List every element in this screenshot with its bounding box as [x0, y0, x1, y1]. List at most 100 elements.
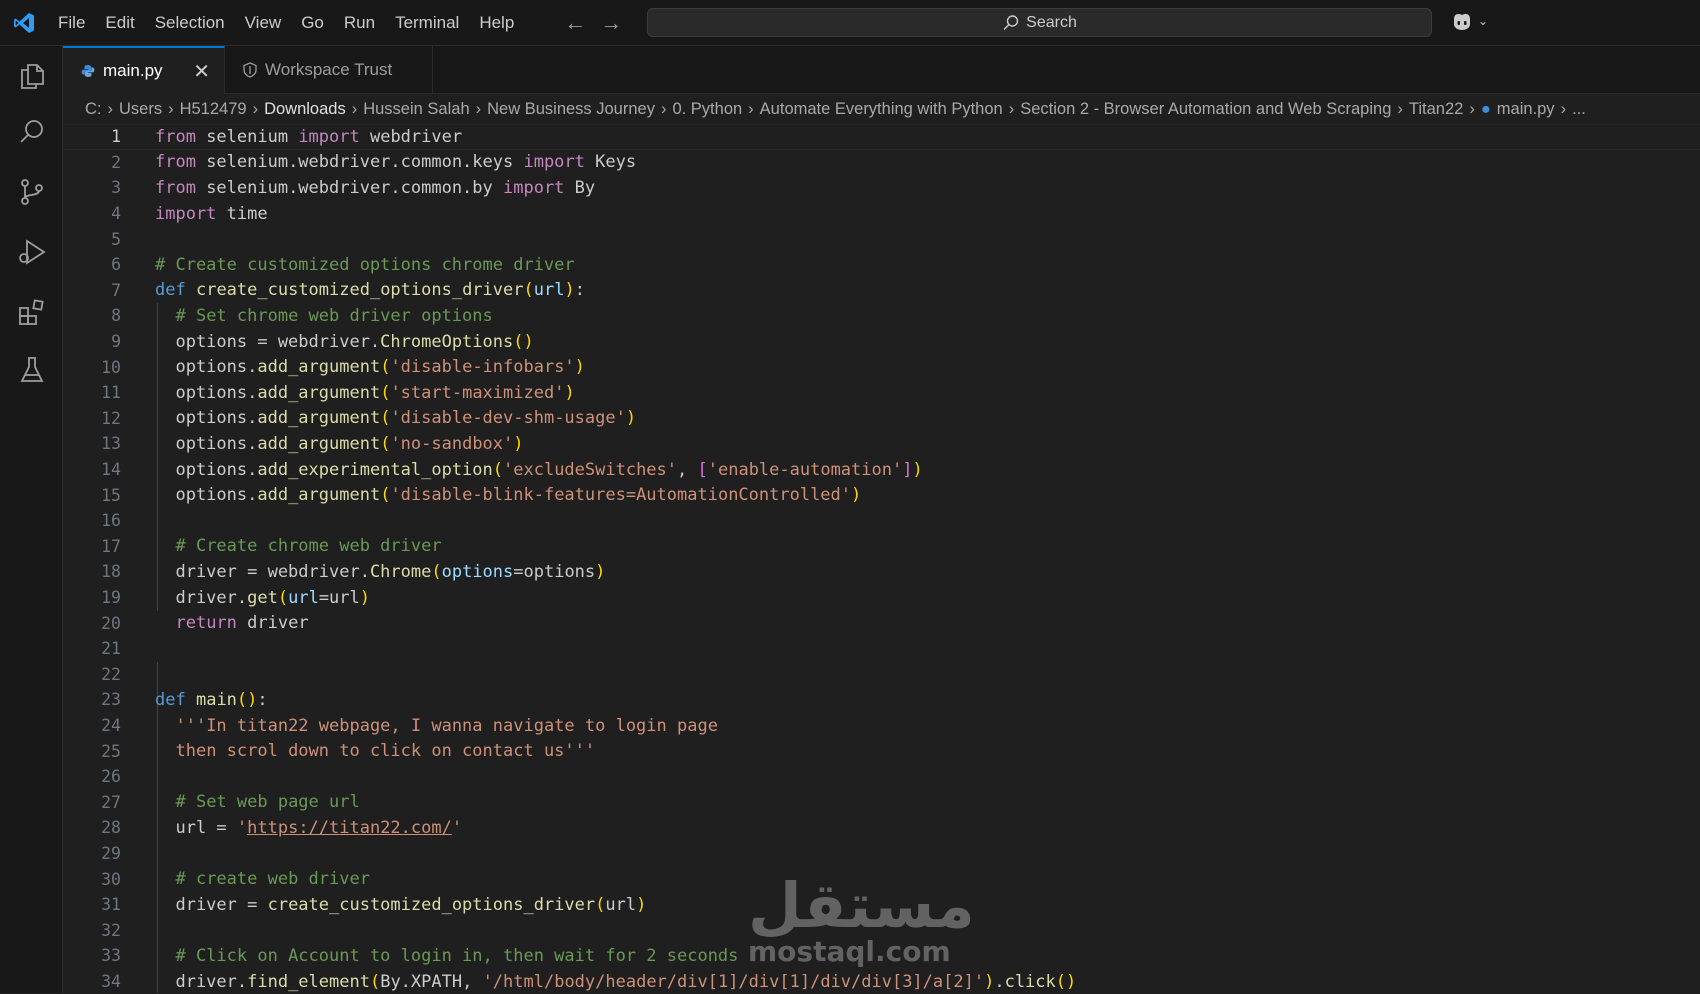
code-text: # Create chrome web driver — [175, 536, 442, 557]
search-label: Search — [1026, 13, 1077, 31]
code-line: 19 driver.get(url=url) — [63, 585, 1700, 611]
line-number: 7 — [111, 280, 121, 300]
line-number: 25 — [101, 741, 121, 761]
code-text: driver = webdriver.Chrome(options=option… — [155, 561, 606, 582]
testing-icon[interactable] — [16, 354, 48, 386]
forward-arrow-icon[interactable]: → — [600, 10, 622, 36]
line-number: 30 — [101, 869, 121, 889]
line-number: 23 — [101, 690, 121, 710]
shield-icon — [243, 62, 257, 78]
breadcrumb-item[interactable]: Titan22 — [1409, 100, 1463, 119]
code-line: 15 options.add_argument('disable-blink-f… — [63, 482, 1700, 508]
line-number: 19 — [101, 588, 121, 608]
code-text: driver.get(url=url) — [155, 587, 371, 608]
chevron-right-icon: › — [475, 99, 482, 118]
title-bar: File Edit Selection View Go Run Terminal… — [0, 0, 1700, 46]
command-center-search[interactable]: Search — [647, 8, 1432, 37]
menu-terminal[interactable]: Terminal — [385, 0, 469, 46]
breadcrumb-item[interactable]: C: — [85, 100, 102, 119]
line-number: 29 — [101, 844, 121, 864]
breadcrumb-item[interactable]: Section 2 - Browser Automation and Web S… — [1020, 100, 1391, 119]
back-arrow-icon[interactable]: ← — [564, 10, 586, 36]
code-line: 10 options.add_argument('disable-infobar… — [63, 354, 1700, 380]
code-text: def create_customized_options_driver(url… — [155, 280, 585, 301]
breadcrumb-item[interactable]: Automate Everything with Python — [760, 100, 1003, 119]
source-control-icon[interactable] — [16, 176, 48, 208]
code-text: from selenium.webdriver.common.by import… — [155, 177, 596, 198]
breadcrumb: C: › Users › H512479 › Downloads › Hussein S… — [63, 94, 1700, 124]
breadcrumb-item[interactable]: H512479 — [180, 100, 247, 119]
breadcrumb-item[interactable]: Hussein Salah — [363, 100, 469, 119]
code-line: 12 options.add_argument('disable-dev-shm… — [63, 406, 1700, 432]
files-icon[interactable] — [16, 60, 48, 92]
code-line: 18 driver = webdriver.Chrome(options=opt… — [63, 559, 1700, 585]
tab-main-py[interactable]: main.py ✕ — [63, 46, 225, 94]
breadcrumb-item[interactable]: New Business Journey — [487, 100, 655, 119]
line-number: 24 — [101, 716, 121, 736]
code-text: return driver — [175, 613, 309, 634]
line-number: 32 — [101, 920, 121, 940]
breadcrumb-item[interactable]: main.py — [1497, 100, 1555, 119]
breadcrumb-item[interactable]: ... — [1572, 100, 1586, 119]
menu-view[interactable]: View — [235, 0, 292, 46]
code-line: 16 — [63, 508, 1700, 534]
code-line: 7 def create_customized_options_driver(ur… — [63, 278, 1700, 304]
breadcrumb-item[interactable]: 0. Python — [672, 100, 742, 119]
menu-file[interactable]: File — [48, 0, 95, 46]
chevron-down-icon: ⌄ — [1478, 14, 1489, 28]
breadcrumb-item[interactable]: Users — [119, 100, 162, 119]
copilot-menu[interactable]: ⌄ — [1450, 10, 1488, 32]
line-number: 26 — [101, 767, 121, 787]
code-line: 26 — [63, 764, 1700, 790]
code-line: 4 import time — [63, 201, 1700, 227]
code-line: 28 url = 'https://titan22.com/' — [63, 815, 1700, 841]
code-text: # Create customized options chrome drive… — [155, 254, 575, 275]
code-line: 25 then scrol down to click on contact u… — [63, 738, 1700, 764]
code-text: options.add_argument('disable-dev-shm-us… — [155, 408, 637, 429]
code-line: 9 options = webdriver.ChromeOptions() — [63, 329, 1700, 355]
code-line: 21 — [63, 636, 1700, 662]
chevron-right-icon: › — [252, 99, 259, 118]
code-line: 27 # Set web page url — [63, 790, 1700, 816]
code-line: 8 # Set chrome web driver options — [63, 303, 1700, 329]
menu-bar: File Edit Selection View Go Run Terminal… — [48, 0, 524, 46]
code-text: options.add_argument('disable-infobars') — [155, 357, 585, 378]
menu-help[interactable]: Help — [469, 0, 524, 46]
copilot-icon — [1454, 14, 1470, 30]
line-number: 3 — [111, 178, 121, 198]
line-number: 14 — [101, 460, 121, 480]
chevron-right-icon: › — [660, 99, 667, 118]
run-debug-icon[interactable] — [16, 236, 48, 268]
line-number: 6 — [111, 255, 121, 275]
line-number: 22 — [101, 664, 121, 684]
tab-workspace-trust[interactable]: Workspace Trust — [225, 46, 433, 94]
breadcrumb-item[interactable]: Downloads — [264, 100, 346, 119]
code-editor[interactable]: 1 from selenium import webdriver 2 from se… — [63, 124, 1700, 993]
watermark-arabic: مستقل — [748, 869, 975, 942]
chevron-right-icon: › — [1008, 99, 1015, 118]
code-text: url = 'https://titan22.com/' — [155, 817, 463, 838]
menu-selection[interactable]: Selection — [145, 0, 235, 46]
line-number: 1 — [111, 127, 121, 147]
code-text: # Click on Account to login in, then wai… — [175, 945, 739, 966]
code-text: # create web driver — [175, 869, 370, 890]
extensions-icon[interactable] — [16, 296, 48, 328]
menu-go[interactable]: Go — [291, 0, 334, 46]
line-number: 15 — [101, 485, 121, 505]
code-line: 14 options.add_experimental_option('excl… — [63, 457, 1700, 483]
line-number: 28 — [101, 818, 121, 838]
menu-edit[interactable]: Edit — [95, 0, 144, 46]
search-icon[interactable] — [16, 116, 48, 148]
code-text: # Set chrome web driver options — [175, 305, 493, 326]
line-number: 21 — [101, 639, 121, 659]
chevron-right-icon: › — [351, 99, 358, 118]
menu-run[interactable]: Run — [334, 0, 385, 46]
line-number: 27 — [101, 792, 121, 812]
tab-label: main.py — [103, 61, 163, 80]
close-icon[interactable]: ✕ — [193, 59, 210, 84]
line-number: 31 — [101, 895, 121, 915]
code-line: 24 '''In titan22 webpage, I wanna naviga… — [63, 713, 1700, 739]
code-text: # Set web page url — [175, 792, 360, 813]
line-number: 12 — [101, 408, 121, 428]
line-number: 10 — [101, 357, 121, 377]
